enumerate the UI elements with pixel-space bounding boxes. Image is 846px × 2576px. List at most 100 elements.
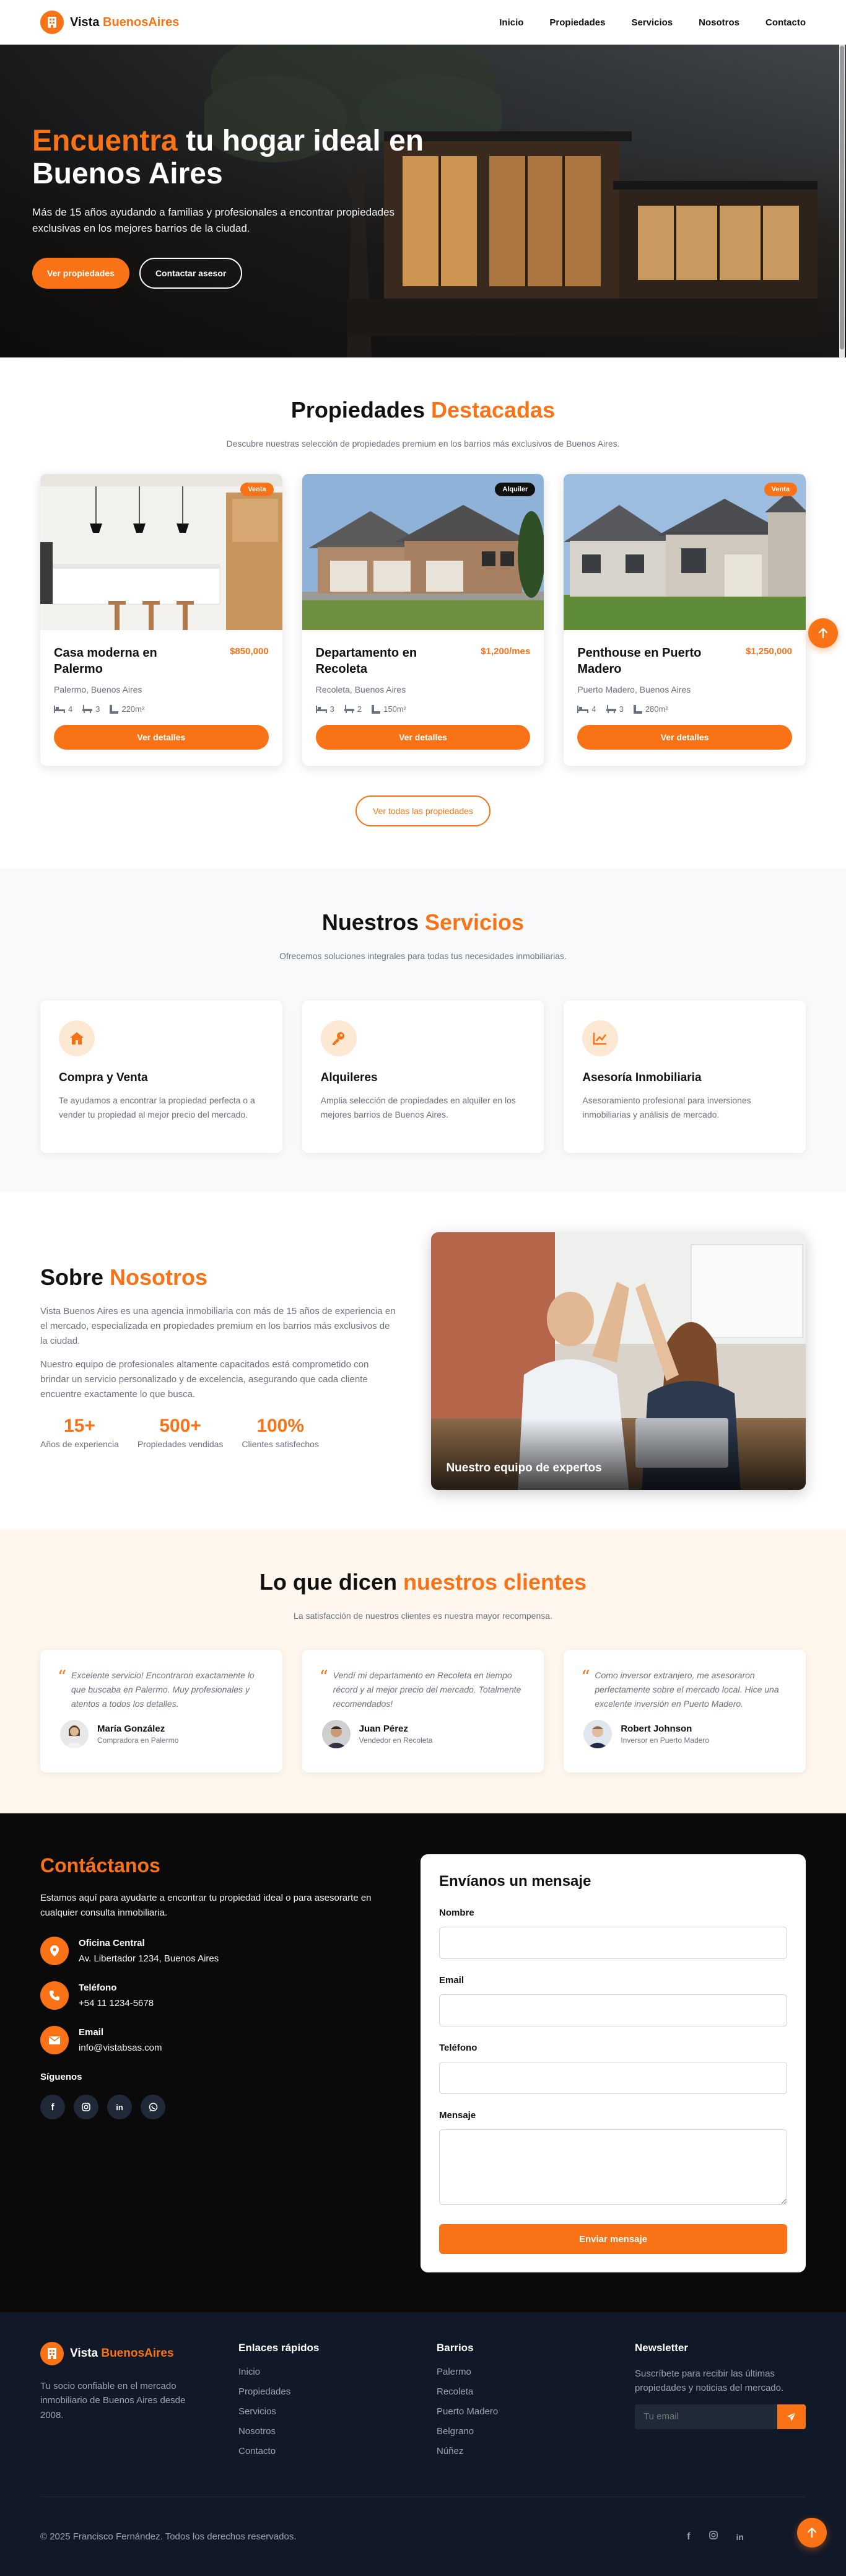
- arrow-up-icon: [808, 2528, 816, 2538]
- linkedin-icon: in: [736, 2531, 744, 2542]
- instagram-link[interactable]: [74, 2095, 98, 2120]
- follow-us-label: Síguenos: [40, 2072, 82, 2083]
- footer-barrio-nunez[interactable]: Núñez: [437, 2446, 635, 2456]
- facebook-link[interactable]: f: [40, 2095, 65, 2120]
- avatar: [583, 1720, 613, 1749]
- quick-links-title: Enlaces rápidos: [238, 2342, 320, 2354]
- nav-link-contacto[interactable]: Contacto: [765, 17, 806, 28]
- scroll-top-button[interactable]: [808, 618, 838, 648]
- footer-link-contacto[interactable]: Contacto: [238, 2446, 437, 2456]
- brand-logo-link[interactable]: Vista BuenosAires: [40, 11, 179, 34]
- property-title: Departamento en Recoleta: [315, 646, 417, 677]
- property-image: Alquiler: [302, 474, 544, 631]
- service-text: Te ayudamos a encontrar la propiedad per…: [59, 1095, 255, 1119]
- copyright-text: © 2025 Francisco Fernández. Todos los de…: [40, 2531, 297, 2543]
- team-photo-caption: Nuestro equipo de expertos: [446, 1461, 602, 1474]
- property-location: Recoleta, Buenos Aires: [315, 685, 406, 695]
- property-beds: 4: [68, 704, 73, 714]
- nav-link-servicios[interactable]: Servicios: [631, 17, 673, 28]
- footer-social-links: f in: [687, 2531, 744, 2543]
- instagram-icon: [709, 2531, 718, 2539]
- hero-title: Encuentra tu hogar ideal en Buenos Aires: [32, 125, 424, 190]
- testimonial-role: Inversor en Puerto Madero: [621, 1736, 710, 1745]
- area-icon: [110, 704, 119, 714]
- footer-link-inicio[interactable]: Inicio: [238, 2367, 437, 2377]
- about-section: Sobre Nosotros Vista Buenos Aires es una…: [0, 1192, 846, 1530]
- nav-link-inicio[interactable]: Inicio: [499, 17, 523, 28]
- testimonial-role: Vendedor en Recoleta: [359, 1736, 433, 1745]
- scroll-top-button[interactable]: [797, 2518, 827, 2548]
- phone-field[interactable]: [439, 2062, 787, 2095]
- testimonial-quote: Vendí mi departamento en Recoleta en tie…: [333, 1670, 521, 1709]
- paper-plane-icon: [787, 2412, 796, 2421]
- bath-icon: [82, 705, 93, 714]
- footer-barrio-palermo[interactable]: Palermo: [437, 2367, 635, 2377]
- about-stats: 15+ Años de experiencia 500+ Propiedades v…: [40, 1416, 395, 1449]
- page-scrollbar[interactable]: [839, 45, 845, 357]
- footer-link-nosotros[interactable]: Nosotros: [238, 2426, 437, 2437]
- whatsapp-link[interactable]: [141, 2095, 165, 2120]
- map-pin-icon: [50, 1945, 59, 1957]
- phone-label: Teléfono: [439, 2043, 478, 2054]
- footer-link-servicios[interactable]: Servicios: [238, 2406, 437, 2417]
- send-message-button[interactable]: Enviar mensaje: [439, 2224, 787, 2254]
- linkedin-link[interactable]: in: [107, 2095, 132, 2120]
- service-cards: Compra y Venta Te ayudamos a encontrar l…: [40, 1000, 806, 1153]
- view-all-properties-button[interactable]: Ver todas las propiedades: [355, 795, 491, 827]
- instagram-icon: [82, 2103, 90, 2111]
- service-card: Asesoría Inmobiliaria Asesoramiento prof…: [564, 1000, 806, 1153]
- footer-barrio-puerto-madero[interactable]: Puerto Madero: [437, 2406, 635, 2417]
- newsletter-submit-button[interactable]: [777, 2404, 806, 2429]
- view-details-button[interactable]: Ver detalles: [315, 725, 531, 750]
- services-title: Nuestros Servicios: [321, 909, 525, 935]
- newsletter-description: Suscríbete para recibir las últimas prop…: [635, 2368, 784, 2394]
- email-field[interactable]: [439, 1994, 787, 2027]
- service-card: Compra y Venta Te ayudamos a encontrar l…: [40, 1000, 282, 1153]
- view-details-button[interactable]: Ver detalles: [54, 725, 269, 750]
- property-features: 4 3 280m²: [577, 704, 792, 714]
- name-field[interactable]: [439, 1927, 787, 1960]
- footer-instagram-link[interactable]: [709, 2531, 718, 2543]
- avatar: [60, 1720, 89, 1749]
- property-beds: 3: [329, 704, 334, 714]
- footer-linkedin-link[interactable]: in: [736, 2532, 744, 2542]
- message-field[interactable]: [439, 2129, 787, 2206]
- building-icon: [40, 11, 64, 34]
- quote-icon: “: [319, 1667, 328, 1688]
- footer-facebook-link[interactable]: f: [687, 2531, 690, 2543]
- barrios-title: Barrios: [437, 2342, 474, 2354]
- testimonial-name: María González: [97, 1724, 165, 1735]
- avatar: [321, 1720, 351, 1749]
- contact-title: Contáctanos: [40, 1854, 160, 1877]
- property-image: Venta: [564, 474, 806, 631]
- testimonial-quote: Como inversor extranjero, me asesoraron …: [595, 1670, 779, 1709]
- property-price: $1,200/mes: [481, 646, 531, 657]
- footer-barrio-belgrano[interactable]: Belgrano: [437, 2426, 635, 2437]
- newsletter-email-input[interactable]: [635, 2404, 778, 2429]
- view-properties-button[interactable]: Ver propiedades: [32, 258, 129, 289]
- scrollbar-thumb[interactable]: [840, 46, 844, 349]
- footer-barrio-recoleta[interactable]: Recoleta: [437, 2386, 635, 2397]
- stat-item: 500+ Propiedades vendidas: [137, 1415, 224, 1449]
- navbar: Vista BuenosAires Inicio Propiedades Ser…: [0, 0, 846, 45]
- building-icon: [40, 2342, 64, 2366]
- view-details-button[interactable]: Ver detalles: [577, 725, 793, 750]
- footer-link-propiedades[interactable]: Propiedades: [238, 2386, 437, 2397]
- footer: Vista BuenosAires Tu socio confiable en …: [0, 2312, 846, 2576]
- bed-icon: [54, 705, 65, 713]
- phone-icon: [50, 1991, 59, 2001]
- testimonial-name: Juan Pérez: [359, 1724, 408, 1735]
- service-card: Alquileres Amplia selección de propiedad…: [302, 1000, 544, 1153]
- property-area: 150m²: [383, 704, 406, 714]
- contact-advisor-button[interactable]: Contactar asesor: [139, 258, 243, 289]
- nav-link-propiedades[interactable]: Propiedades: [549, 17, 605, 28]
- service-text: Asesoramiento profesional para inversion…: [582, 1095, 751, 1119]
- footer-logo-link[interactable]: Vista BuenosAires: [40, 2342, 238, 2366]
- envelope-icon: [49, 2036, 60, 2044]
- nav-link-nosotros[interactable]: Nosotros: [699, 17, 739, 28]
- testimonial-cards: “ Excelente servicio! Encontraron exacta…: [40, 1650, 806, 1773]
- about-paragraph: Nuestro equipo de profesionales altament…: [40, 1359, 369, 1400]
- linkedin-icon: in: [116, 2102, 123, 2112]
- brand-name: Vista BuenosAires: [70, 15, 180, 29]
- facebook-icon: f: [687, 2531, 691, 2542]
